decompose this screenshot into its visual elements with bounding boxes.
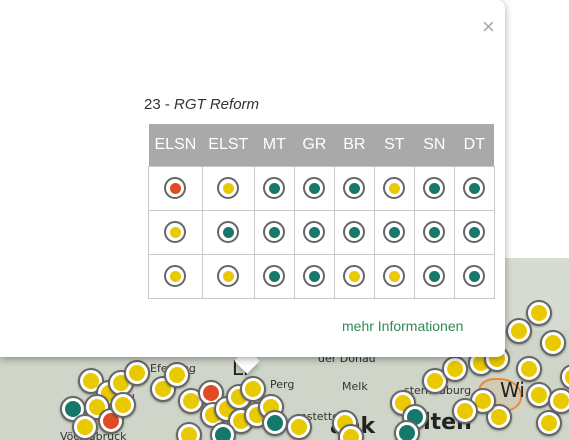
map-marker[interactable]: [506, 318, 532, 344]
status-teal-icon: [383, 221, 406, 243]
status-cell: [201, 209, 255, 255]
status-cell: [373, 253, 415, 299]
table-row: [148, 209, 495, 255]
status-cell: [148, 165, 203, 211]
status-teal-icon: [263, 177, 286, 199]
status-yellow-icon: [217, 265, 240, 287]
info-popup: × 23 - RGT Reform ELSN ELST MT GR BR ST SN DT m…: [0, 0, 505, 357]
status-cell: [453, 165, 495, 211]
status-cell: [293, 165, 335, 211]
map-marker[interactable]: [540, 330, 566, 356]
map-label-wien: Wi: [500, 378, 525, 402]
map-marker[interactable]: [442, 356, 468, 382]
status-yellow-icon: [383, 177, 406, 199]
status-table: ELSN ELST MT GR BR ST SN DT: [148, 124, 495, 299]
status-teal-icon: [263, 265, 286, 287]
status-teal-icon: [463, 221, 486, 243]
status-yellow-icon: [164, 221, 187, 243]
status-teal-icon: [303, 221, 326, 243]
status-teal-icon: [343, 221, 366, 243]
status-teal-icon: [423, 265, 446, 287]
status-teal-icon: [463, 177, 486, 199]
map-marker[interactable]: [164, 362, 190, 388]
status-cell: [413, 165, 455, 211]
status-teal-icon: [423, 221, 446, 243]
map-marker[interactable]: [452, 398, 478, 424]
map-marker[interactable]: [72, 414, 98, 440]
status-cell: [453, 209, 495, 255]
popup-title-italic: RGT Reform: [174, 96, 260, 113]
status-teal-icon: [343, 177, 366, 199]
column-header-elsn: ELSN: [148, 124, 203, 166]
map-marker[interactable]: [262, 410, 288, 436]
close-icon[interactable]: ×: [482, 16, 495, 38]
map-marker[interactable]: [526, 300, 552, 326]
status-cell: [333, 253, 375, 299]
table-body: [148, 165, 495, 299]
column-header-elst: ELST: [202, 124, 255, 166]
status-yellow-icon: [343, 265, 366, 287]
map-marker[interactable]: [286, 414, 312, 440]
map-marker[interactable]: [124, 360, 150, 386]
status-cell: [293, 209, 335, 255]
more-info-link[interactable]: mehr Informationen: [342, 318, 463, 334]
column-header-sn: SN: [414, 124, 455, 166]
status-yellow-icon: [217, 177, 240, 199]
status-cell: [293, 253, 335, 299]
map-label-perg: Perg: [270, 378, 295, 391]
column-header-dt: DT: [454, 124, 495, 166]
status-teal-icon: [263, 221, 286, 243]
column-header-st: ST: [374, 124, 415, 166]
status-teal-icon: [303, 177, 326, 199]
table-row: [148, 165, 495, 211]
table-row: [148, 253, 495, 299]
map-marker[interactable]: [394, 420, 420, 440]
column-header-br: BR: [334, 124, 375, 166]
status-cell: [253, 165, 295, 211]
popup-title: 23 - RGT Reform: [144, 96, 259, 113]
status-yellow-icon: [164, 265, 187, 287]
popup-title-prefix: 23 -: [144, 96, 175, 113]
status-cell: [453, 253, 495, 299]
status-cell: [373, 209, 415, 255]
status-teal-icon: [463, 265, 486, 287]
column-header-gr: GR: [294, 124, 335, 166]
status-cell: [148, 253, 203, 299]
table-header-row: ELSN ELST MT GR BR ST SN DT: [148, 124, 495, 166]
status-cell: [373, 165, 415, 211]
status-cell: [253, 209, 295, 255]
status-cell: [201, 253, 255, 299]
status-cell: [333, 165, 375, 211]
status-cell: [333, 209, 375, 255]
status-cell: [148, 209, 203, 255]
status-red-icon: [164, 177, 187, 199]
status-cell: [413, 253, 455, 299]
map-marker[interactable]: [548, 388, 569, 414]
map-marker[interactable]: [110, 392, 136, 418]
column-header-mt: MT: [254, 124, 295, 166]
status-teal-icon: [303, 265, 326, 287]
status-cell: [201, 165, 255, 211]
status-cell: [253, 253, 295, 299]
map-marker[interactable]: [516, 356, 542, 382]
status-teal-icon: [423, 177, 446, 199]
status-cell: [413, 209, 455, 255]
status-teal-icon: [217, 221, 240, 243]
status-yellow-icon: [383, 265, 406, 287]
map-label-melk: Melk: [342, 380, 368, 393]
map-marker[interactable]: [536, 410, 562, 436]
